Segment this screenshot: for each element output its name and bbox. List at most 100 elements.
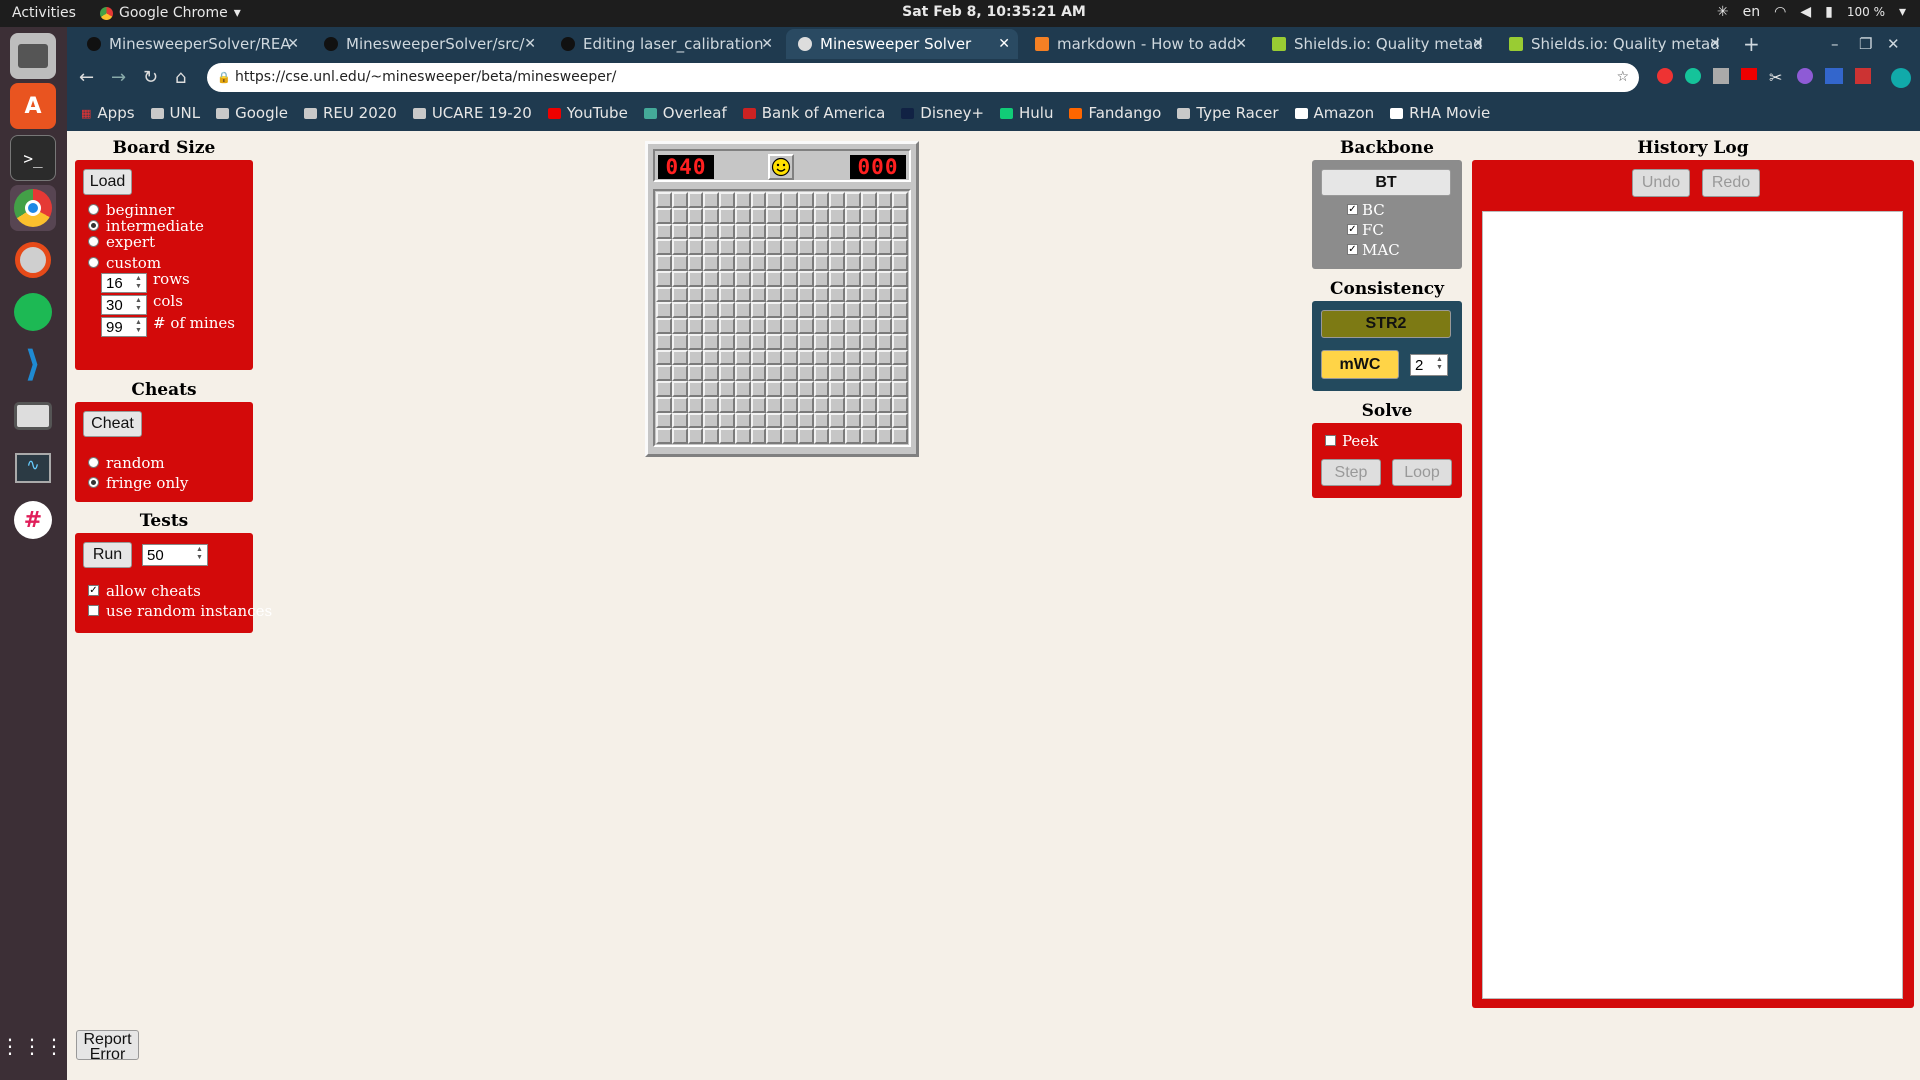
board-cell[interactable] <box>656 428 672 444</box>
board-cell[interactable] <box>797 349 814 366</box>
board-cell[interactable] <box>656 270 672 287</box>
battery-icon[interactable]: ▮ <box>1825 4 1833 20</box>
board-cell[interactable] <box>734 412 751 429</box>
board-cell[interactable] <box>860 333 877 350</box>
board-cell[interactable] <box>687 223 704 240</box>
board-cell[interactable] <box>750 428 767 444</box>
tab-readme[interactable]: MinesweeperSolver/REA ✕ <box>75 29 307 59</box>
board-cell[interactable] <box>813 223 830 240</box>
close-icon[interactable]: ✕ <box>1235 36 1247 52</box>
spinner-icon[interactable]: ▲ ▼ <box>132 275 145 291</box>
board-cell[interactable] <box>687 192 704 208</box>
back-icon[interactable]: ← <box>79 67 94 88</box>
board-cell[interactable] <box>829 333 845 350</box>
board-cell[interactable] <box>860 396 877 413</box>
close-icon[interactable]: ✕ <box>524 36 536 52</box>
board-cell[interactable] <box>656 333 672 350</box>
board-cell[interactable] <box>813 255 830 271</box>
fc-checkbox[interactable]: ✓ <box>1347 224 1358 235</box>
board-cell[interactable] <box>671 239 688 255</box>
board-cell[interactable] <box>876 207 893 224</box>
board-cell[interactable] <box>734 396 751 413</box>
tab-src[interactable]: MinesweeperSolver/src/✕ <box>312 29 544 59</box>
extension-scissors-icon[interactable]: ✂ <box>1769 68 1785 87</box>
board-cell[interactable] <box>671 270 688 287</box>
board-cell[interactable] <box>719 302 735 318</box>
extension-purple-icon[interactable] <box>1797 68 1813 84</box>
window-close-icon[interactable]: ✕ <box>1883 29 1907 59</box>
board-cell[interactable] <box>687 302 704 318</box>
board-cell[interactable] <box>876 255 893 271</box>
board-cell[interactable] <box>797 207 814 224</box>
radio-intermediate[interactable] <box>88 220 99 231</box>
spinner-icon[interactable]: ▲ ▼ <box>132 319 145 335</box>
board-cell[interactable] <box>703 412 719 429</box>
board-cell[interactable] <box>734 365 751 381</box>
board-cell[interactable] <box>876 223 893 240</box>
board-cell[interactable] <box>892 239 908 255</box>
radio-fringe-only[interactable] <box>88 477 99 488</box>
board-cell[interactable] <box>813 396 830 413</box>
board-cell[interactable] <box>719 412 735 429</box>
board-cell[interactable] <box>876 365 893 381</box>
board-cell[interactable] <box>719 255 735 271</box>
board-cell[interactable] <box>671 207 688 224</box>
board-cell[interactable] <box>766 333 782 350</box>
board-cell[interactable] <box>892 255 908 271</box>
board-cell[interactable] <box>719 396 735 413</box>
board-cell[interactable] <box>797 381 814 397</box>
bookmark-youtube[interactable]: YouTube <box>547 104 628 122</box>
board-cell[interactable] <box>860 428 877 444</box>
board-cell[interactable] <box>734 428 751 444</box>
bookmark-amazon[interactable]: Amazon <box>1294 104 1374 122</box>
board-cell[interactable] <box>860 223 877 240</box>
board-cell[interactable] <box>766 239 782 255</box>
board-cell[interactable] <box>829 318 845 334</box>
slack-icon[interactable]: # <box>10 497 56 543</box>
board-cell[interactable] <box>656 365 672 381</box>
peek-checkbox[interactable] <box>1325 435 1336 446</box>
board-cell[interactable] <box>860 381 877 397</box>
board-cell[interactable] <box>829 302 845 318</box>
board-cell[interactable] <box>782 270 798 287</box>
board-cell[interactable] <box>860 192 877 208</box>
board-cell[interactable] <box>750 302 767 318</box>
board-cell[interactable] <box>860 318 877 334</box>
board-cell[interactable] <box>766 396 782 413</box>
board-cell[interactable] <box>829 207 845 224</box>
board-cell[interactable] <box>876 381 893 397</box>
board-cell[interactable] <box>892 365 908 381</box>
grammarly-icon[interactable] <box>1685 68 1701 84</box>
board-cell[interactable] <box>703 428 719 444</box>
board-cell[interactable] <box>813 365 830 381</box>
spinner-icon[interactable]: ▲ ▼ <box>132 297 145 313</box>
board-cell[interactable] <box>687 239 704 255</box>
board-cell[interactable] <box>719 270 735 287</box>
report-error-button[interactable]: Report Error <box>76 1030 139 1060</box>
board-cell[interactable] <box>656 381 672 397</box>
board-cell[interactable] <box>813 286 830 303</box>
bookmark-ucare[interactable]: UCARE 19-20 <box>412 104 532 122</box>
board-cell[interactable] <box>687 365 704 381</box>
board-cell[interactable] <box>845 192 861 208</box>
board-cell[interactable] <box>876 333 893 350</box>
board-cell[interactable] <box>782 223 798 240</box>
board-cell[interactable] <box>876 192 893 208</box>
tab-markdown[interactable]: markdown - How to add ✕ <box>1023 29 1255 59</box>
board-cell[interactable] <box>860 286 877 303</box>
board-cell[interactable] <box>860 239 877 255</box>
board-cell[interactable] <box>766 349 782 366</box>
board-cell[interactable] <box>845 349 861 366</box>
board-cell[interactable] <box>656 255 672 271</box>
board-cell[interactable] <box>703 381 719 397</box>
board-cell[interactable] <box>797 286 814 303</box>
board-cell[interactable] <box>845 333 861 350</box>
board-cell[interactable] <box>892 270 908 287</box>
board-cell[interactable] <box>782 333 798 350</box>
extension-grey-icon[interactable] <box>1713 68 1729 84</box>
board-cell[interactable] <box>750 381 767 397</box>
board-cell[interactable] <box>860 412 877 429</box>
board-cell[interactable] <box>719 349 735 366</box>
spinner-icon[interactable]: ▲ ▼ <box>193 546 206 562</box>
board-cell[interactable] <box>750 396 767 413</box>
